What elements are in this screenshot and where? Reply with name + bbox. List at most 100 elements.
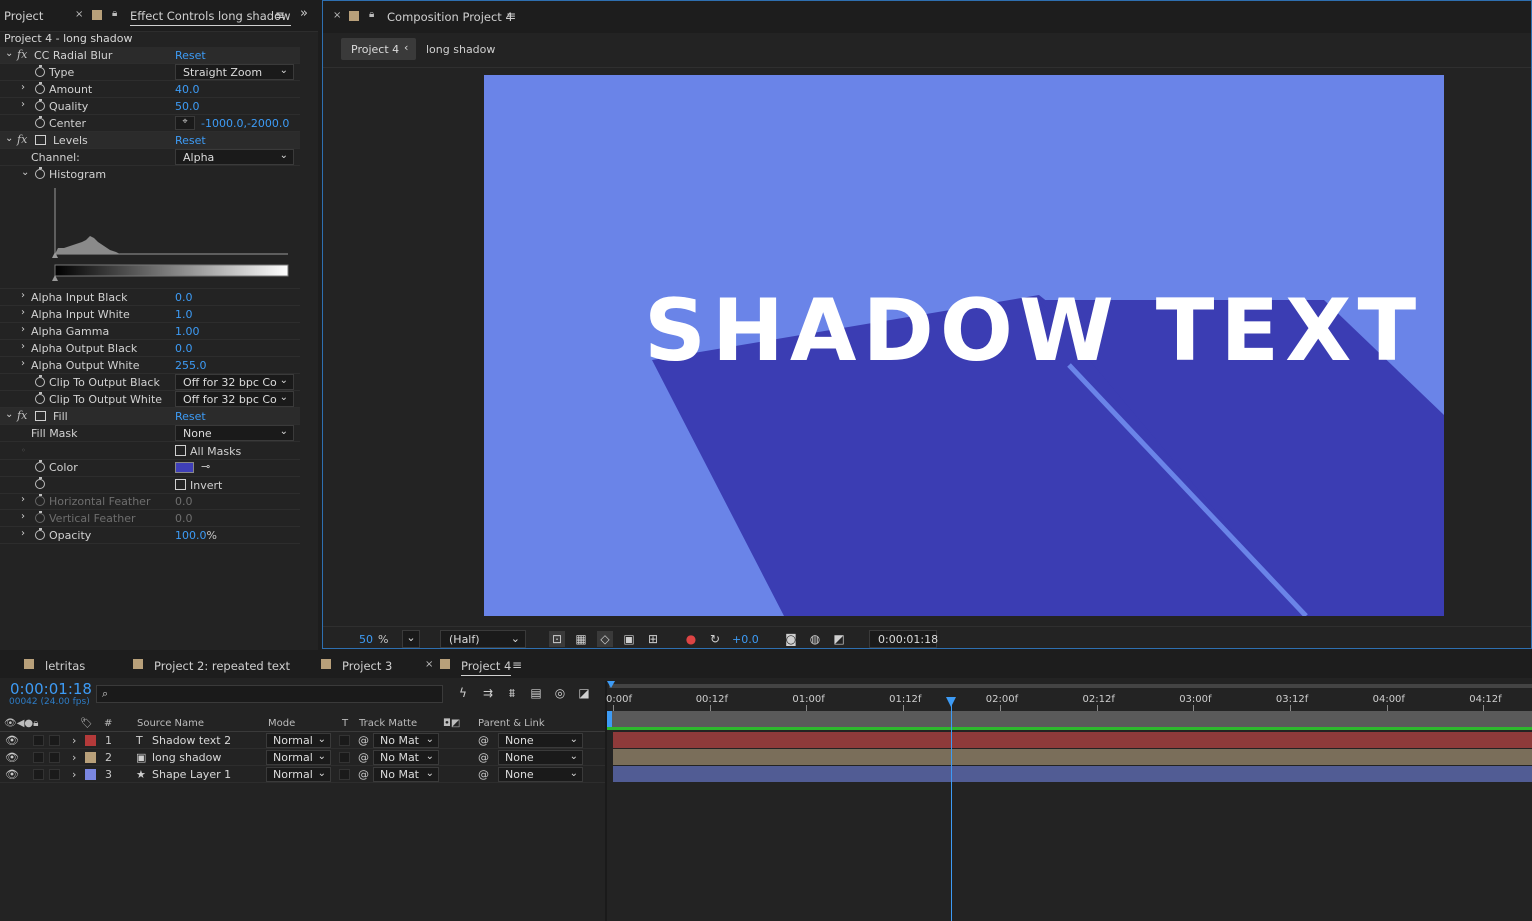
chevron-right-icon[interactable]: › xyxy=(72,734,76,747)
tab-project[interactable]: Project xyxy=(4,9,43,23)
stopwatch-icon[interactable] xyxy=(35,116,45,128)
fx-icon[interactable]: fx xyxy=(17,48,27,61)
amount-value[interactable]: 40.0 xyxy=(175,83,200,96)
effect-ui-icon[interactable] xyxy=(35,411,46,421)
stopwatch-icon[interactable] xyxy=(35,494,45,506)
opacity-value[interactable]: 100.0 xyxy=(175,529,207,542)
chevron-right-icon[interactable]: › xyxy=(21,341,25,352)
type-dropdown[interactable]: Straight Zoom ⌄ xyxy=(175,64,294,80)
chevron-right-icon[interactable]: › xyxy=(21,494,25,505)
expand-panels-icon[interactable]: » xyxy=(300,6,308,21)
tab-effect-controls[interactable]: Effect Controls long shadow xyxy=(130,9,291,26)
stopwatch-icon[interactable] xyxy=(35,392,45,404)
layer-row[interactable]: 👁︎ › 1 T Shadow text 2 Normal ⌄ @ No Mat ⌄ @ None ⌄ xyxy=(0,732,605,749)
solo-toggle[interactable] xyxy=(33,752,44,763)
chevron-down-icon[interactable]: ⌄ xyxy=(21,167,29,178)
stopwatch-icon[interactable] xyxy=(35,375,45,387)
stopwatch-icon[interactable] xyxy=(35,99,45,111)
fast-preview-icon[interactable]: ⊡ xyxy=(549,631,565,647)
effect-header-levels[interactable]: ⌄ fx Levels Reset xyxy=(0,132,300,149)
breadcrumb-comp[interactable]: Project 4 ‹ xyxy=(341,38,416,60)
chevron-down-icon[interactable]: ⌄ xyxy=(5,133,13,144)
track-matte-dropdown[interactable]: No Mat ⌄ xyxy=(373,767,439,782)
pickwhip-icon[interactable]: @ xyxy=(478,751,489,764)
layer-name[interactable]: long shadow xyxy=(152,751,221,764)
mode-dropdown[interactable]: Normal ⌄ xyxy=(266,767,331,782)
chevron-right-icon[interactable]: › xyxy=(21,99,25,110)
chevron-right-icon[interactable]: › xyxy=(21,528,25,539)
layer-bar[interactable] xyxy=(613,766,1532,782)
exposure-value[interactable]: +0.0 xyxy=(732,633,759,646)
matte-link-icon[interactable]: @ xyxy=(358,768,369,781)
panel-menu-icon[interactable]: ≡ xyxy=(512,658,522,672)
chevron-right-icon[interactable]: › xyxy=(21,511,25,522)
composition-viewer[interactable]: SHADOW TEXT xyxy=(484,75,1444,616)
snapshot-icon[interactable]: ◙ xyxy=(783,631,799,647)
reset-button[interactable]: Reset xyxy=(175,49,206,62)
parent-dropdown[interactable]: None ⌄ xyxy=(498,750,583,765)
stopwatch-icon[interactable] xyxy=(35,82,45,94)
col-source[interactable]: Source Name xyxy=(137,718,204,729)
invert-checkbox[interactable] xyxy=(175,479,186,490)
current-time[interactable]: 0:00:01:18 xyxy=(10,680,92,698)
label-color-chip[interactable] xyxy=(85,735,96,746)
show-snapshot-icon[interactable]: ◍ xyxy=(807,631,823,647)
eyedropper-icon[interactable]: ⊸ xyxy=(201,460,210,473)
playhead-handle[interactable] xyxy=(946,697,957,707)
layer-search[interactable]: ⌕ xyxy=(96,685,443,703)
matte-link-icon[interactable]: @ xyxy=(358,734,369,747)
layer-bar[interactable] xyxy=(613,732,1532,748)
layer-bar[interactable] xyxy=(613,749,1532,765)
layer-name[interactable]: Shape Layer 1 xyxy=(152,768,231,781)
chevron-down-icon[interactable]: ⌄ xyxy=(5,409,13,420)
tab-composition[interactable]: Composition Project 4 xyxy=(387,10,513,24)
stopwatch-icon[interactable] xyxy=(35,460,45,472)
center-value[interactable]: -1000.0,-2000.0 xyxy=(201,117,289,130)
zoom-dropdown[interactable]: ⌄ xyxy=(402,630,420,648)
fx-icon[interactable]: fx xyxy=(17,133,27,146)
clip-white-dropdown[interactable]: Off for 32 bpc Colc ⌄ xyxy=(175,391,294,407)
breadcrumb-layer[interactable]: long shadow xyxy=(426,43,495,56)
chevron-right-icon[interactable]: › xyxy=(72,751,76,764)
solo-toggle[interactable] xyxy=(33,735,44,746)
reset-button[interactable]: Reset xyxy=(175,410,206,423)
eye-icon[interactable]: 👁︎ xyxy=(5,734,19,747)
fill-mask-dropdown[interactable]: None ⌄ xyxy=(175,425,294,441)
reset-button[interactable]: Reset xyxy=(175,134,206,147)
timeline-tab[interactable]: Project 3 xyxy=(342,659,392,673)
crosshair-icon[interactable]: ⌖ xyxy=(175,116,195,130)
close-icon[interactable]: × xyxy=(333,10,341,21)
lock-toggle[interactable] xyxy=(49,752,60,763)
lock-toggle[interactable] xyxy=(49,769,60,780)
reset-exposure-icon[interactable]: ↻ xyxy=(707,631,723,647)
color-swatch[interactable] xyxy=(175,462,194,473)
playhead[interactable] xyxy=(951,705,953,921)
resolution-dropdown[interactable]: (Half) ⌄ xyxy=(440,630,526,648)
panel-menu-icon[interactable]: ≡ xyxy=(275,8,285,22)
pickwhip-icon[interactable]: @ xyxy=(478,734,489,747)
chevron-right-icon[interactable]: › xyxy=(21,324,25,335)
timeline-tab[interactable]: Project 2: repeated text xyxy=(154,659,290,673)
fx-icon[interactable]: fx xyxy=(17,409,27,422)
eye-icon[interactable]: 👁︎ xyxy=(5,768,19,781)
layer-row[interactable]: 👁︎ › 3 ★ Shape Layer 1 Normal ⌄ @ No Mat ⌄ @ None ⌄ xyxy=(0,766,605,783)
shy-layers-icon[interactable]: ⩩ xyxy=(504,685,520,701)
effect-header-radial-blur[interactable]: ⌄ fx CC Radial Blur Reset xyxy=(0,47,300,64)
stopwatch-icon[interactable] xyxy=(35,167,45,179)
chevron-right-icon[interactable]: › xyxy=(72,768,76,781)
property-value[interactable]: 0.0 xyxy=(175,342,193,355)
chevron-right-icon[interactable]: › xyxy=(21,307,25,318)
close-icon[interactable]: × xyxy=(425,659,433,670)
solo-toggle[interactable] xyxy=(33,769,44,780)
track-matte-dropdown[interactable]: No Mat ⌄ xyxy=(373,733,439,748)
track-matte-dropdown[interactable]: No Mat ⌄ xyxy=(373,750,439,765)
property-value[interactable]: 0.0 xyxy=(175,291,193,304)
timeline-tab[interactable]: letritas xyxy=(45,659,85,673)
clip-black-dropdown[interactable]: Off for 32 bpc Colc ⌄ xyxy=(175,374,294,390)
eye-icon[interactable]: 👁︎ xyxy=(5,751,19,764)
property-value[interactable]: 1.0 xyxy=(175,308,193,321)
channels-icon[interactable]: ● xyxy=(683,631,699,647)
label-color-chip[interactable] xyxy=(85,752,96,763)
parent-dropdown[interactable]: None ⌄ xyxy=(498,733,583,748)
graph-editor-icon[interactable]: ◪ xyxy=(576,685,592,701)
